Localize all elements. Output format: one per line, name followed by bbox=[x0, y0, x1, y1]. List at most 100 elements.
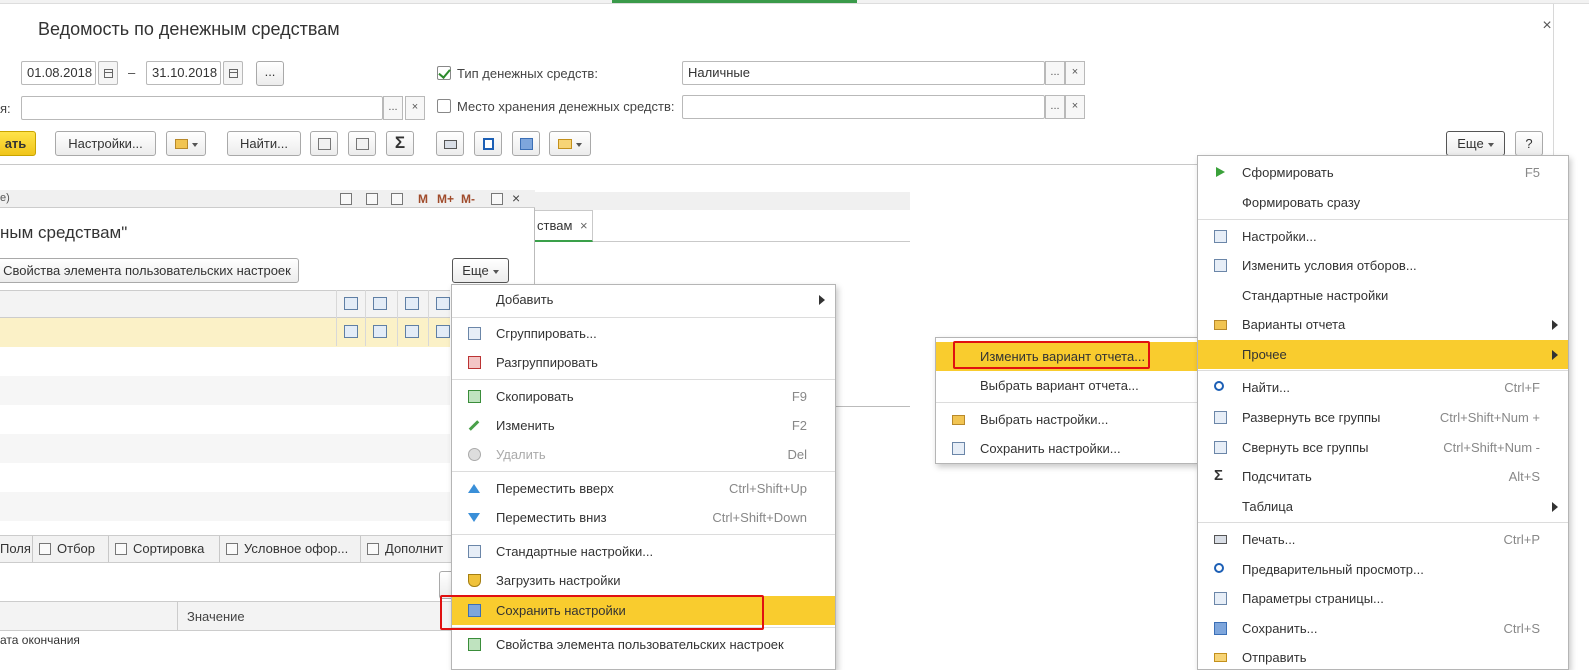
group-icon[interactable] bbox=[336, 290, 364, 318]
period-select-button[interactable]: ... bbox=[256, 61, 284, 86]
collapse-groups-button[interactable] bbox=[348, 131, 376, 156]
menu-item-generate-immediately[interactable]: Формировать сразу bbox=[1198, 188, 1568, 217]
memory-minus-button[interactable]: M- bbox=[461, 192, 475, 206]
sort-icon[interactable] bbox=[397, 290, 425, 318]
close-icon[interactable]: × bbox=[1540, 17, 1554, 35]
send-button[interactable] bbox=[549, 131, 591, 156]
print-icon[interactable] bbox=[340, 193, 352, 205]
menu-item-table[interactable]: Таблица bbox=[1198, 492, 1568, 521]
menu-item-print[interactable]: Печать... Ctrl+P bbox=[1198, 525, 1568, 554]
menu-item-ungroup[interactable]: Разгруппировать bbox=[452, 348, 835, 377]
menu-item-save-settings[interactable]: Сохранить настройки... bbox=[936, 434, 1197, 463]
menu-item-standard-settings[interactable]: Стандартные настройки bbox=[1198, 281, 1568, 310]
report-variants-button[interactable] bbox=[166, 131, 206, 156]
menu-item-delete[interactable]: Удалить Del bbox=[452, 440, 835, 469]
cash-type-clear-button[interactable]: × bbox=[1065, 61, 1085, 85]
filter-icon[interactable] bbox=[365, 318, 393, 346]
tab-sort[interactable]: Сортировка bbox=[109, 536, 220, 562]
menu-item-save[interactable]: Сохранить... Ctrl+S bbox=[1198, 614, 1568, 643]
cash-type-checkbox[interactable] bbox=[437, 66, 451, 80]
calendar-icon[interactable] bbox=[391, 193, 403, 205]
menu-item-choose-settings[interactable]: Выбрать настройки... bbox=[936, 405, 1197, 434]
menu-item-send[interactable]: Отправить bbox=[1198, 643, 1568, 670]
menu-item-move-up[interactable]: Переместить вверх Ctrl+Shift+Up bbox=[452, 474, 835, 503]
tab-filter[interactable]: Отбор bbox=[33, 536, 109, 562]
tab-conditional-format[interactable]: Условное офор... bbox=[220, 536, 361, 562]
sort-icon[interactable] bbox=[397, 318, 425, 346]
table-row[interactable] bbox=[0, 463, 450, 492]
menu-item-copy[interactable]: Скопировать F9 bbox=[452, 382, 835, 411]
menu-item-load-settings[interactable]: Загрузить настройки bbox=[452, 566, 835, 595]
preview-button[interactable] bbox=[474, 131, 502, 156]
group-icon[interactable] bbox=[336, 318, 364, 346]
org-input[interactable] bbox=[21, 96, 383, 120]
table-row[interactable] bbox=[0, 376, 450, 405]
inner-more-button[interactable]: Еще bbox=[452, 258, 509, 283]
save-button[interactable] bbox=[512, 131, 540, 156]
menu-item-shortcut: Ctrl+Shift+Down bbox=[712, 510, 807, 525]
expand-groups-button[interactable] bbox=[310, 131, 338, 156]
element-properties-button[interactable]: Свойства элемента пользовательских настр… bbox=[0, 258, 299, 283]
date-from-input[interactable]: 01.08.2018 bbox=[21, 61, 96, 85]
menu-item-change-filters[interactable]: Изменить условия отборов... bbox=[1198, 251, 1568, 280]
generate-button[interactable]: ать bbox=[0, 131, 36, 156]
menu-item-find[interactable]: Найти... Ctrl+F bbox=[1198, 373, 1568, 402]
menu-item-move-down[interactable]: Переместить вниз Ctrl+Shift+Down bbox=[452, 503, 835, 532]
calculator-icon[interactable] bbox=[366, 193, 378, 205]
sum-button[interactable]: Σ bbox=[386, 131, 414, 156]
table-row[interactable] bbox=[0, 347, 450, 376]
storage-input[interactable] bbox=[682, 95, 1045, 119]
menu-item-generate[interactable]: Сформировать F5 bbox=[1198, 158, 1568, 187]
storage-choose-button[interactable]: ... bbox=[1045, 95, 1065, 119]
menu-item-settings[interactable]: Настройки... bbox=[1198, 222, 1568, 251]
memory-plus-button[interactable]: M+ bbox=[437, 192, 454, 206]
memory-button[interactable]: M bbox=[418, 192, 428, 206]
expand-groups-icon bbox=[318, 138, 331, 150]
storage-checkbox[interactable] bbox=[437, 99, 451, 113]
tab-additional[interactable]: Дополнит bbox=[361, 536, 453, 562]
menu-item-standard-settings[interactable]: Стандартные настройки... bbox=[452, 537, 835, 566]
tab-close-icon[interactable]: × bbox=[580, 218, 588, 233]
storage-clear-button[interactable]: × bbox=[1065, 95, 1085, 119]
close-icon[interactable]: × bbox=[512, 190, 520, 206]
menu-item-collapse-groups[interactable]: Свернуть все группы Ctrl+Shift+Num - bbox=[1198, 433, 1568, 462]
active-tab-indicator bbox=[612, 0, 857, 3]
org-label: я: bbox=[0, 101, 11, 116]
menu-item-other[interactable]: Прочее bbox=[1198, 340, 1568, 369]
maximize-icon[interactable] bbox=[491, 193, 503, 205]
menu-item-element-properties[interactable]: Свойства элемента пользовательских настр… bbox=[452, 630, 835, 659]
find-button[interactable]: Найти... bbox=[227, 131, 301, 156]
menu-item-label: Сохранить настройки... bbox=[980, 441, 1121, 456]
settings-button[interactable]: Настройки... bbox=[55, 131, 156, 156]
table-row[interactable] bbox=[0, 434, 450, 463]
menu-item-choose-variant[interactable]: Выбрать вариант отчета... bbox=[936, 371, 1197, 400]
menu-item-label: Таблица bbox=[1242, 499, 1293, 514]
calendar-icon[interactable] bbox=[98, 61, 118, 85]
more-button[interactable]: Еще bbox=[1446, 131, 1505, 156]
table-row[interactable] bbox=[0, 492, 450, 521]
menu-item-page-setup[interactable]: Параметры страницы... bbox=[1198, 584, 1568, 613]
tab-report[interactable]: ствам × bbox=[535, 210, 593, 242]
org-choose-button[interactable]: ... bbox=[383, 96, 403, 120]
cash-type-input[interactable]: Наличные bbox=[682, 61, 1045, 85]
menu-item-edit[interactable]: Изменить F2 bbox=[452, 411, 835, 440]
org-clear-button[interactable]: × bbox=[405, 96, 425, 120]
table-row[interactable] bbox=[0, 405, 450, 434]
print-button[interactable] bbox=[436, 131, 464, 156]
date-to-input[interactable]: 31.10.2018 bbox=[146, 61, 221, 85]
filter-icon[interactable] bbox=[365, 290, 393, 318]
cash-type-choose-button[interactable]: ... bbox=[1045, 61, 1065, 85]
help-button[interactable]: ? bbox=[1515, 131, 1543, 156]
menu-item-report-variants[interactable]: Варианты отчета bbox=[1198, 310, 1568, 339]
menu-item-calculate[interactable]: Σ Подсчитать Alt+S bbox=[1198, 462, 1568, 491]
menu-item-add[interactable]: Добавить bbox=[452, 285, 835, 314]
menu-item-group[interactable]: Сгруппировать... bbox=[452, 319, 835, 348]
menu-item-expand-groups[interactable]: Развернуть все группы Ctrl+Shift+Num + bbox=[1198, 403, 1568, 432]
filter-icon bbox=[1214, 259, 1227, 272]
menu-item-preview[interactable]: Предварительный просмотр... bbox=[1198, 555, 1568, 584]
calendar-icon[interactable] bbox=[223, 61, 243, 85]
gear-icon bbox=[367, 543, 379, 555]
tab-fields[interactable]: Поля bbox=[0, 536, 33, 562]
menu-item-shortcut: Ctrl+P bbox=[1503, 532, 1540, 547]
toolbar-separator bbox=[0, 164, 1200, 165]
